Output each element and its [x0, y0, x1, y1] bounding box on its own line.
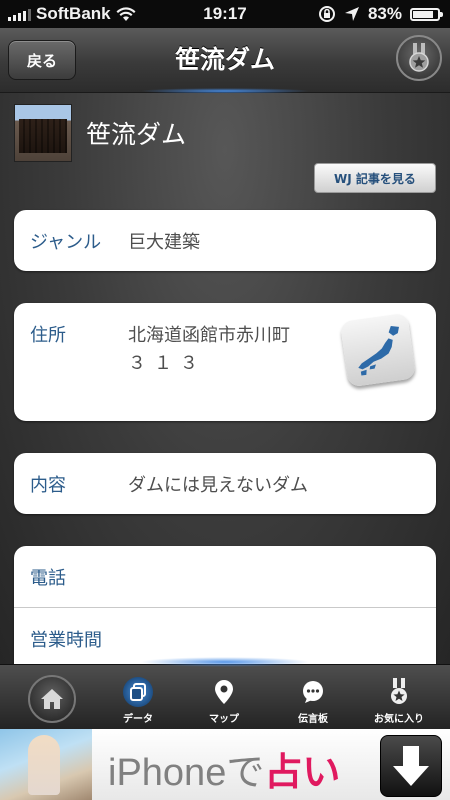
location-arrow-icon	[344, 7, 359, 21]
tab-data[interactable]: データ	[103, 677, 173, 725]
back-button[interactable]: 戻る	[8, 40, 76, 80]
phone-label: 電話	[30, 568, 66, 589]
place-name: 笹流ダム	[86, 120, 187, 149]
description-value: ダムには見えないダム	[128, 475, 308, 496]
home-icon	[41, 689, 63, 709]
tab-data-label: データ	[123, 714, 153, 725]
address-line-2: ３１３	[128, 353, 206, 374]
medal-button[interactable]	[396, 35, 442, 81]
contact-card: 電話 営業時間	[14, 546, 436, 664]
detail-content[interactable]: 笹流ダム WJ 記事を見る ジャンル 巨大建築 住所 北海道函館市赤川町 ３１３…	[0, 93, 450, 664]
map-pin-icon	[209, 677, 239, 707]
download-arrow-icon[interactable]	[380, 735, 442, 797]
ad-text: iPhoneで占い	[108, 741, 340, 796]
genre-label: ジャンル	[30, 232, 102, 253]
japan-map-icon	[358, 325, 399, 376]
ad-banner[interactable]: iPhoneで占い	[0, 729, 450, 800]
tab-message-board-label: 伝言板	[298, 714, 328, 725]
hours-label: 営業時間	[30, 630, 102, 651]
tab-favorites-label: お気に入り	[374, 714, 424, 725]
place-thumbnail[interactable]	[14, 104, 72, 162]
tab-message-board[interactable]: 伝言板	[278, 677, 348, 725]
home-button[interactable]	[28, 675, 76, 723]
tab-glow-accent	[140, 657, 310, 667]
card-divider	[14, 607, 436, 608]
ad-text-main: iPhoneで	[108, 752, 265, 794]
wj-article-button[interactable]: WJ 記事を見る	[314, 163, 436, 193]
tab-map-label: マップ	[209, 714, 239, 725]
tab-map[interactable]: マップ	[189, 677, 259, 725]
page-title: 笹流ダム	[174, 45, 275, 74]
tab-favorites[interactable]: お気に入り	[364, 677, 434, 725]
rotation-lock-icon	[318, 6, 335, 22]
medal-icon	[409, 43, 429, 72]
description-card: 内容 ダムには見えないダム	[14, 453, 436, 514]
data-icon	[123, 677, 153, 707]
battery-icon	[410, 7, 443, 21]
genre-value: 巨大建築	[128, 232, 200, 253]
navigation-bar: 戻る 笹流ダム	[0, 28, 450, 93]
genre-card: ジャンル 巨大建築	[14, 210, 436, 271]
status-bar: SoftBank 19:17 83%	[0, 0, 450, 28]
favorites-medal-icon	[384, 677, 414, 707]
chat-bubble-icon	[298, 677, 328, 707]
description-label: 内容	[30, 475, 66, 496]
ad-image	[0, 729, 92, 800]
address-card[interactable]: 住所 北海道函館市赤川町 ３１３	[14, 303, 436, 421]
japan-map-button[interactable]	[339, 312, 417, 388]
ad-text-highlight: 占い	[264, 752, 341, 794]
address-label: 住所	[30, 325, 66, 346]
address-line-1: 北海道函館市赤川町	[128, 325, 290, 346]
status-right: 83%	[318, 4, 443, 24]
building-photo	[19, 119, 67, 153]
ad-figure	[28, 735, 60, 795]
battery-percent: 83%	[367, 4, 402, 23]
